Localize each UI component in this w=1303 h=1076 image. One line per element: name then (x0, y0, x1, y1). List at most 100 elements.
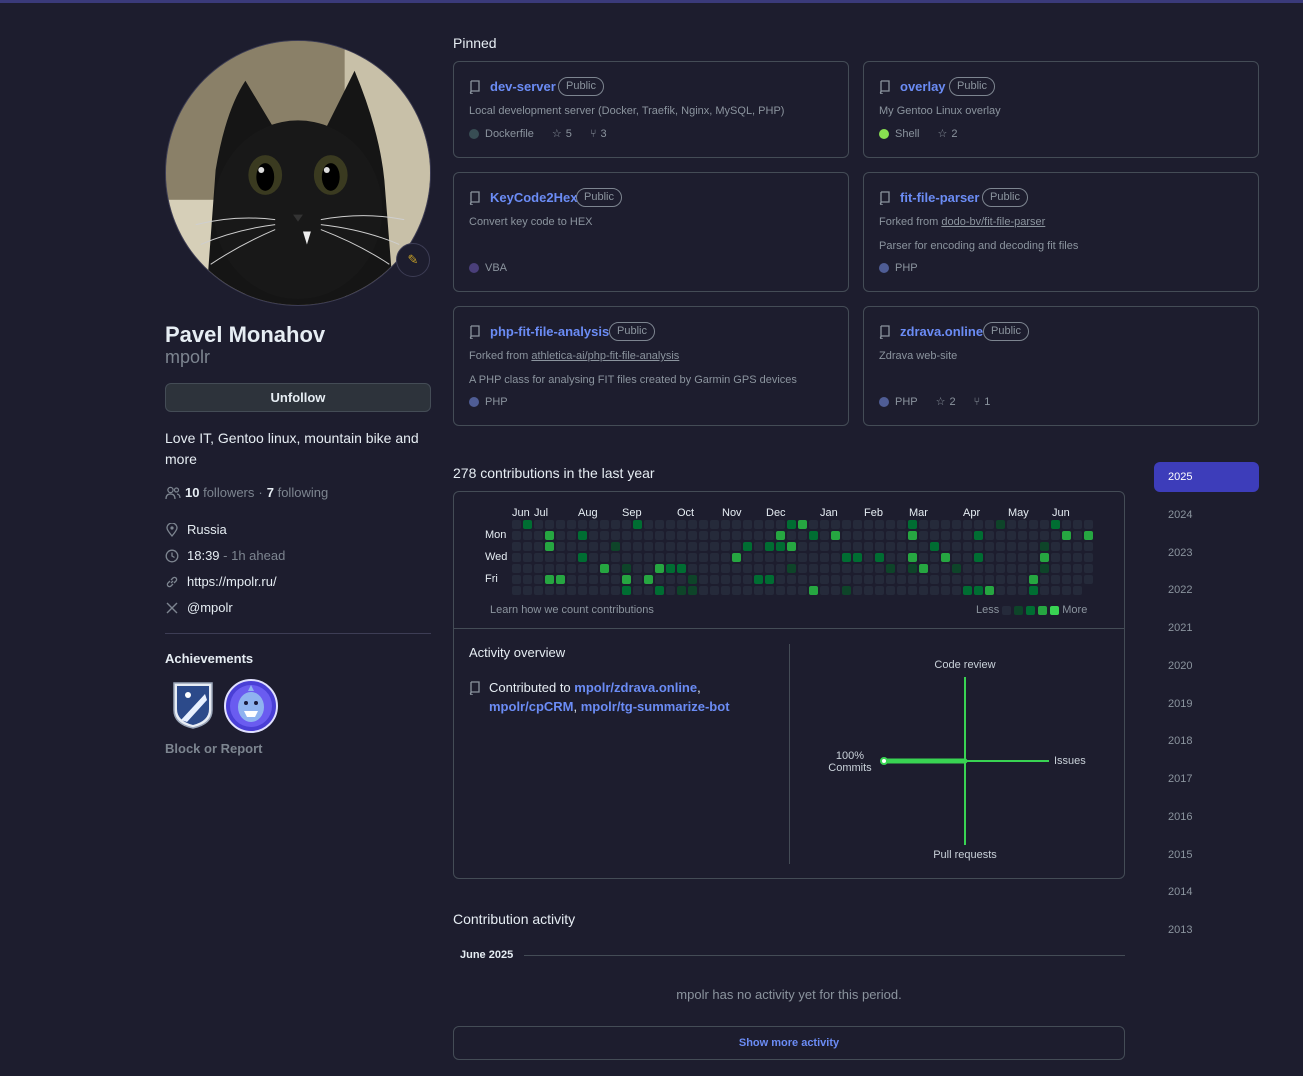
contribution-day[interactable] (974, 531, 983, 540)
contribution-day[interactable] (1007, 575, 1016, 584)
contribution-day[interactable] (930, 564, 939, 573)
contribution-day[interactable] (633, 531, 642, 540)
stars-link[interactable]: ☆ 2 (937, 127, 957, 141)
contribution-day[interactable] (820, 542, 829, 551)
contribution-day[interactable] (545, 542, 554, 551)
contribution-day[interactable] (578, 520, 587, 529)
contribution-day[interactable] (523, 564, 532, 573)
contribution-day[interactable] (996, 520, 1005, 529)
year-link-2021[interactable]: 2021 (1154, 613, 1259, 643)
contribution-day[interactable] (732, 520, 741, 529)
contribution-day[interactable] (1040, 531, 1049, 540)
fork-source-link[interactable]: dodo-bv/fit-file-parser (941, 216, 1045, 228)
contribution-day[interactable] (666, 542, 675, 551)
contribution-day[interactable] (1051, 531, 1060, 540)
contribution-day[interactable] (842, 564, 851, 573)
contribution-day[interactable] (743, 542, 752, 551)
contribution-day[interactable] (567, 553, 576, 562)
contribution-day[interactable] (666, 520, 675, 529)
contribution-day[interactable] (512, 575, 521, 584)
contribution-day[interactable] (985, 586, 994, 595)
contribution-day[interactable] (677, 542, 686, 551)
contribution-day[interactable] (589, 542, 598, 551)
contribution-day[interactable] (710, 575, 719, 584)
contribution-day[interactable] (985, 553, 994, 562)
year-link-2022[interactable]: 2022 (1154, 575, 1259, 605)
contribution-day[interactable] (941, 575, 950, 584)
contribution-day[interactable] (1029, 575, 1038, 584)
contribution-day[interactable] (545, 553, 554, 562)
contribution-day[interactable] (1051, 520, 1060, 529)
contribution-day[interactable] (952, 520, 961, 529)
fork-source-link[interactable]: athletica-ai/php-fit-file-analysis (531, 350, 679, 362)
contribution-day[interactable] (622, 531, 631, 540)
contribution-day[interactable] (699, 586, 708, 595)
forks-link[interactable]: ⑂ 1 (974, 396, 991, 408)
contribution-day[interactable] (732, 531, 741, 540)
contribution-day[interactable] (600, 575, 609, 584)
contribution-day[interactable] (930, 586, 939, 595)
contribution-day[interactable] (578, 553, 587, 562)
contribution-day[interactable] (688, 575, 697, 584)
contribution-day[interactable] (1073, 542, 1082, 551)
achievements-title[interactable]: Achievements (165, 651, 253, 666)
contribution-day[interactable] (556, 575, 565, 584)
contribution-day[interactable] (952, 531, 961, 540)
contribution-day[interactable] (1007, 520, 1016, 529)
contribution-day[interactable] (765, 553, 774, 562)
contribution-day[interactable] (545, 586, 554, 595)
contribution-day[interactable] (996, 531, 1005, 540)
contribution-day[interactable] (842, 586, 851, 595)
contribution-day[interactable] (754, 575, 763, 584)
repo-link[interactable]: KeyCode2Hex (490, 190, 577, 205)
contribution-day[interactable] (743, 553, 752, 562)
contribution-day[interactable] (908, 520, 917, 529)
contribution-day[interactable] (1062, 553, 1071, 562)
stars-link[interactable]: ☆ 5 (552, 127, 572, 141)
contribution-day[interactable] (677, 564, 686, 573)
forks-link[interactable]: ⑂ 3 (590, 128, 607, 140)
contribution-day[interactable] (798, 520, 807, 529)
contribution-day[interactable] (622, 586, 631, 595)
contribution-day[interactable] (611, 542, 620, 551)
contribution-day[interactable] (600, 542, 609, 551)
contribution-day[interactable] (1051, 586, 1060, 595)
contribution-day[interactable] (809, 586, 818, 595)
contribution-day[interactable] (941, 553, 950, 562)
contribution-day[interactable] (655, 531, 664, 540)
contribution-day[interactable] (622, 542, 631, 551)
achievement-badge-arctic[interactable] (171, 680, 215, 730)
contribution-day[interactable] (578, 575, 587, 584)
contribution-day[interactable] (1018, 520, 1027, 529)
contribution-day[interactable] (600, 553, 609, 562)
contribution-day[interactable] (556, 531, 565, 540)
contribution-day[interactable] (919, 586, 928, 595)
contribution-day[interactable] (633, 564, 642, 573)
contribution-day[interactable] (732, 586, 741, 595)
contribution-day[interactable] (655, 520, 664, 529)
contribution-day[interactable] (842, 520, 851, 529)
contribution-day[interactable] (1040, 542, 1049, 551)
contribution-day[interactable] (743, 520, 752, 529)
contribution-day[interactable] (556, 542, 565, 551)
contribution-day[interactable] (1040, 520, 1049, 529)
contribution-day[interactable] (754, 553, 763, 562)
contribution-day[interactable] (765, 531, 774, 540)
contribution-day[interactable] (930, 531, 939, 540)
contribution-day[interactable] (897, 553, 906, 562)
contribution-day[interactable] (743, 575, 752, 584)
contribution-day[interactable] (787, 553, 796, 562)
contribution-day[interactable] (523, 520, 532, 529)
contribution-day[interactable] (809, 553, 818, 562)
contribution-day[interactable] (1007, 531, 1016, 540)
contribution-day[interactable] (897, 586, 906, 595)
contribution-day[interactable] (732, 575, 741, 584)
contribution-day[interactable] (864, 542, 873, 551)
contribution-day[interactable] (589, 564, 598, 573)
contribution-day[interactable] (666, 586, 675, 595)
contribution-day[interactable] (666, 553, 675, 562)
contribution-day[interactable] (523, 542, 532, 551)
contribution-day[interactable] (897, 564, 906, 573)
contribution-day[interactable] (688, 553, 697, 562)
contribution-day[interactable] (633, 542, 642, 551)
